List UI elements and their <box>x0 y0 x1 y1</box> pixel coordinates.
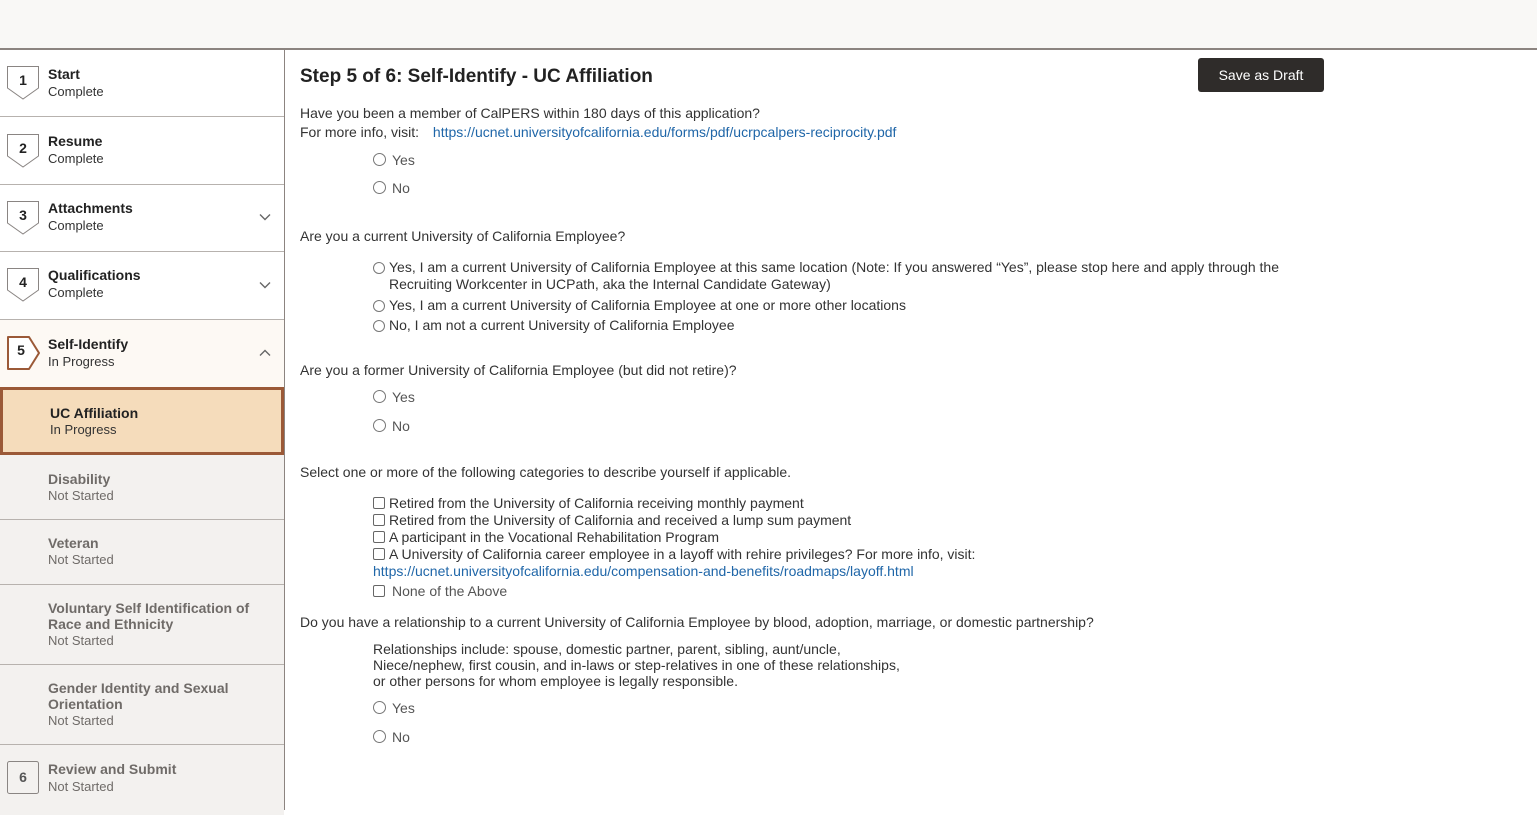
layoff-info-link[interactable]: https://ucnet.universityofcalifornia.edu… <box>373 563 914 579</box>
none-of-the-above-checkbox[interactable]: None of the Above <box>373 583 507 600</box>
step-title: Review and Submit <box>48 761 177 777</box>
step-number-badge: 4 <box>7 268 39 302</box>
step-status: Complete <box>48 218 104 233</box>
step-title: Start <box>48 66 80 82</box>
calpers-question: Have you been a member of CalPERS within… <box>300 105 760 121</box>
sidebar-substep-uc-affiliation[interactable]: UC Affiliation In Progress <box>0 387 284 455</box>
radio-button[interactable] <box>373 262 385 274</box>
radio-button[interactable] <box>373 320 385 332</box>
sidebar-step-attachments[interactable]: 3 Attachments Complete <box>0 185 284 252</box>
step-status: Not Started <box>48 779 114 794</box>
radio-button[interactable] <box>373 419 386 432</box>
substep-status: Not Started <box>48 713 114 728</box>
calpers-no-option[interactable]: No <box>373 180 410 197</box>
step-title: Attachments <box>48 200 133 216</box>
chevron-down-icon[interactable] <box>258 278 272 292</box>
substep-title: Veteran <box>48 535 99 551</box>
radio-button[interactable] <box>373 730 386 743</box>
step-title: Resume <box>48 133 103 149</box>
sidebar-substep-veteran[interactable]: Veteran Not Started <box>0 520 284 585</box>
relationship-yes-option[interactable]: Yes <box>373 700 415 717</box>
relationship-question: Do you have a relationship to a current … <box>300 614 1094 630</box>
step-number-badge: 6 <box>7 761 39 795</box>
checkbox[interactable] <box>373 514 385 526</box>
relationship-note-line-1: Relationships include: spouse, domestic … <box>373 641 841 657</box>
radio-button[interactable] <box>373 390 386 403</box>
current-employee-other-location-option[interactable]: Yes, I am a current University of Califo… <box>373 297 906 314</box>
substep-status: In Progress <box>50 422 117 437</box>
checkbox[interactable] <box>373 548 385 560</box>
substep-title: UC Affiliation <box>50 405 139 421</box>
current-employee-question: Are you a current University of Californ… <box>300 228 626 244</box>
sidebar-step-qualifications[interactable]: 4 Qualifications Complete <box>0 252 284 320</box>
relationship-no-option[interactable]: No <box>373 729 410 746</box>
step-status: Complete <box>48 285 104 300</box>
retired-monthly-checkbox[interactable]: Retired from the University of Californi… <box>373 495 804 512</box>
radio-button[interactable] <box>373 701 386 714</box>
layoff-rehire-checkbox[interactable]: A University of California career employ… <box>373 546 975 563</box>
calpers-info-line: For more info, visit: https://ucnet.univ… <box>300 124 896 140</box>
step-number-badge: 2 <box>7 134 39 168</box>
former-employee-yes-option[interactable]: Yes <box>373 389 415 406</box>
substep-status: Not Started <box>48 488 114 503</box>
checkbox[interactable] <box>373 531 385 543</box>
sidebar-substep-disability[interactable]: Disability Not Started <box>0 455 284 520</box>
sidebar-step-self-identify[interactable]: 5 Self-Identify In Progress <box>0 320 284 387</box>
radio-button[interactable] <box>373 300 385 312</box>
substep-status: Not Started <box>48 633 114 648</box>
calpers-reciprocity-link[interactable]: https://ucnet.universityofcalifornia.edu… <box>433 124 897 140</box>
former-employee-question: Are you a former University of Californi… <box>300 362 737 378</box>
substep-title: Gender Identity and Sexual Orientation <box>48 680 229 712</box>
vocational-rehab-checkbox[interactable]: A participant in the Vocational Rehabili… <box>373 529 719 546</box>
page-title: Step 5 of 6: Self-Identify - UC Affiliat… <box>300 66 653 87</box>
step-number-badge: 1 <box>7 66 39 100</box>
sidebar-step-review-submit[interactable]: 6 Review and Submit Not Started <box>0 745 284 815</box>
substep-title: Disability <box>48 471 111 487</box>
step-title: Qualifications <box>48 267 141 283</box>
relationship-note-line-3: or other persons for whom employee is le… <box>373 673 738 689</box>
categories-question: Select one or more of the following cate… <box>300 464 792 480</box>
current-employee-same-location-option[interactable]: Yes, I am a current University of Califo… <box>373 259 1333 293</box>
substep-status: Not Started <box>48 552 114 567</box>
step-title: Self-Identify <box>48 336 129 352</box>
sidebar-step-start[interactable]: 1 Start Complete <box>0 50 284 117</box>
chevron-down-icon[interactable] <box>258 210 272 224</box>
step-status: Complete <box>48 151 104 166</box>
sidebar-substep-race-ethnicity[interactable]: Voluntary Self Identification of Race an… <box>0 585 284 665</box>
steps-sidebar: 1 Start Complete 2 Resume Complete 3 Att… <box>0 50 285 815</box>
step-status: Complete <box>48 84 104 99</box>
sidebar-substep-gender-identity[interactable]: Gender Identity and Sexual Orientation N… <box>0 665 284 745</box>
step-status: In Progress <box>48 354 115 369</box>
step-number-badge: 3 <box>7 201 39 235</box>
info-prefix: For more info, visit: <box>300 124 420 140</box>
save-as-draft-button[interactable]: Save as Draft <box>1198 58 1324 92</box>
sidebar-step-resume[interactable]: 2 Resume Complete <box>0 117 284 185</box>
retired-lump-sum-checkbox[interactable]: Retired from the University of Californi… <box>373 512 851 529</box>
checkbox[interactable] <box>373 585 385 597</box>
radio-button[interactable] <box>373 153 386 166</box>
chevron-up-icon[interactable] <box>258 346 272 360</box>
form-content: Step 5 of 6: Self-Identify - UC Affiliat… <box>300 50 1530 810</box>
former-employee-no-option[interactable]: No <box>373 418 410 435</box>
step-number-badge: 5 <box>7 336 40 370</box>
substep-title: Voluntary Self Identification of Race an… <box>48 600 250 632</box>
radio-button[interactable] <box>373 181 386 194</box>
calpers-yes-option[interactable]: Yes <box>373 152 415 169</box>
checkbox[interactable] <box>373 497 385 509</box>
top-header-bar <box>0 0 1537 50</box>
not-current-employee-option[interactable]: No, I am not a current University of Cal… <box>373 317 734 334</box>
relationship-note-line-2: Niece/nephew, first cousin, and in-laws … <box>373 657 900 673</box>
